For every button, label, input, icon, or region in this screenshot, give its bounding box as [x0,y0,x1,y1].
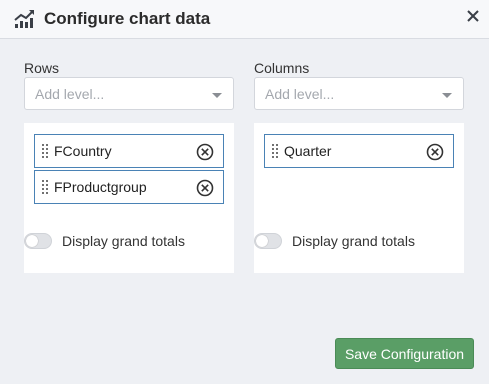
columns-grand-totals-toggle[interactable] [254,233,282,249]
chart-line-icon [14,10,34,28]
dialog-header: Configure chart data [0,0,489,39]
rows-grand-totals-label: Display grand totals [62,233,185,249]
drag-handle-icon[interactable] [42,180,50,195]
columns-panel: Columns Add level... Quarter [254,60,464,273]
remove-circle-icon[interactable] [196,179,214,197]
columns-level-label: Quarter [284,143,332,159]
columns-select-placeholder: Add level... [265,86,335,102]
remove-circle-icon[interactable] [196,143,214,161]
columns-grand-totals-label: Display grand totals [292,233,415,249]
rows-level-list: FCountry FProductgroup [24,123,234,273]
columns-label: Columns [254,60,310,76]
rows-select-placeholder: Add level... [35,86,105,102]
drag-handle-icon[interactable] [42,144,50,159]
rows-add-level-select[interactable]: Add level... [24,77,234,110]
close-icon[interactable] [466,9,480,23]
toggle-knob [256,235,268,247]
configure-chart-data-dialog: Configure chart data Rows Add level... F… [0,0,489,384]
rows-level-item[interactable]: FCountry [34,134,224,168]
rows-level-item[interactable]: FProductgroup [34,170,224,204]
chevron-down-icon [212,93,222,98]
save-configuration-button[interactable]: Save Configuration [335,338,474,369]
drag-handle-icon[interactable] [272,144,280,159]
rows-level-label: FCountry [54,143,112,159]
remove-circle-icon[interactable] [426,143,444,161]
rows-label: Rows [24,60,60,76]
columns-add-level-select[interactable]: Add level... [254,77,464,110]
columns-level-item[interactable]: Quarter [264,134,454,168]
rows-grand-totals-toggle[interactable] [24,233,52,249]
rows-panel: Rows Add level... FCountry FProductgroup [24,60,234,273]
chevron-down-icon [442,93,452,98]
columns-level-list: Quarter [254,123,464,273]
rows-level-label: FProductgroup [54,179,147,195]
toggle-knob [26,235,38,247]
dialog-title: Configure chart data [44,9,211,28]
